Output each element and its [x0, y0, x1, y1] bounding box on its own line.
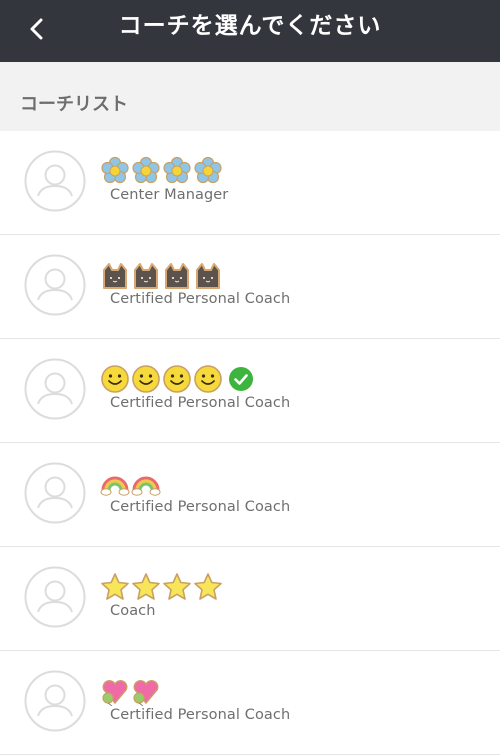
- avatar-icon: [24, 462, 86, 524]
- heart-balloon-icon: [100, 676, 130, 706]
- flower-icon: [131, 156, 161, 186]
- avatar-icon: [24, 670, 86, 732]
- section-header: コーチリスト: [0, 62, 500, 131]
- coach-list: Center Manager Certified Personal Coach …: [0, 131, 500, 755]
- smiley-icon: [162, 364, 192, 394]
- coach-name-stickers: [100, 153, 224, 189]
- coach-row[interactable]: Certified Personal Coach: [0, 235, 500, 339]
- coach-role: Coach: [110, 603, 156, 619]
- coach-name-stickers: [100, 361, 254, 397]
- heart-balloon-icon: [131, 676, 161, 706]
- smiley-icon: [131, 364, 161, 394]
- coach-role: Certified Personal Coach: [110, 395, 291, 411]
- smiley-icon: [193, 364, 223, 394]
- flower-icon: [193, 156, 223, 186]
- coach-row[interactable]: Certified Personal Coach: [0, 443, 500, 547]
- coach-row[interactable]: Certified Personal Coach: [0, 651, 500, 755]
- avatar-icon: [24, 358, 86, 420]
- coach-role: Certified Personal Coach: [110, 291, 291, 307]
- avatar-icon: [24, 254, 86, 316]
- page-title: コーチを選んでください: [118, 13, 382, 39]
- coach-name-stickers: [100, 569, 224, 605]
- app-header: コーチを選んでください: [0, 0, 500, 62]
- cat-icon: [131, 260, 161, 290]
- avatar-icon: [24, 150, 86, 212]
- cat-icon: [100, 260, 130, 290]
- section-title: コーチリスト: [20, 94, 128, 115]
- star-icon: [162, 572, 192, 602]
- star-icon: [131, 572, 161, 602]
- flower-icon: [100, 156, 130, 186]
- rainbow-icon: [100, 468, 130, 498]
- verified-check-icon: [228, 366, 254, 392]
- coach-row[interactable]: Center Manager: [0, 131, 500, 235]
- coach-role: Center Manager: [110, 187, 229, 203]
- smiley-icon: [100, 364, 130, 394]
- coach-name-stickers: [100, 673, 162, 709]
- star-icon: [193, 572, 223, 602]
- coach-name-stickers: [100, 465, 162, 501]
- star-icon: [100, 572, 130, 602]
- avatar-icon: [24, 566, 86, 628]
- coach-row[interactable]: Certified Personal Coach: [0, 339, 500, 443]
- coach-role: Certified Personal Coach: [110, 707, 291, 723]
- coach-role: Certified Personal Coach: [110, 499, 291, 515]
- cat-icon: [162, 260, 192, 290]
- cat-icon: [193, 260, 223, 290]
- flower-icon: [162, 156, 192, 186]
- coach-name-stickers: [100, 257, 224, 293]
- rainbow-icon: [131, 468, 161, 498]
- coach-row[interactable]: Coach: [0, 547, 500, 651]
